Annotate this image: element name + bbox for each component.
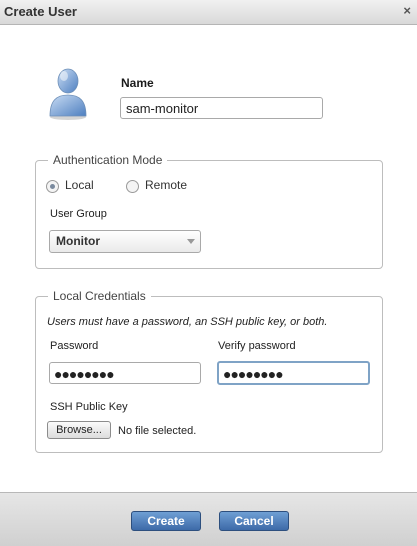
user-group-select[interactable]: Monitor — [49, 230, 201, 253]
name-input[interactable] — [120, 97, 323, 119]
user-avatar-icon — [49, 68, 87, 120]
password-field[interactable]: ●●●●●●●● — [49, 362, 201, 384]
verify-password-label: Verify password — [218, 340, 296, 352]
name-label: Name — [121, 76, 154, 90]
create-button[interactable]: Create — [131, 511, 201, 531]
ssh-public-key-label: SSH Public Key — [50, 401, 128, 413]
password-label: Password — [50, 340, 99, 352]
authentication-mode-legend: Authentication Mode — [53, 153, 163, 167]
local-radio[interactable] — [46, 180, 59, 193]
remote-radio[interactable] — [126, 180, 139, 193]
chevron-down-icon — [187, 239, 195, 244]
user-group-label: User Group — [50, 208, 107, 220]
credentials-note: Users must have a password, an SSH publi… — [47, 316, 328, 328]
cancel-button[interactable]: Cancel — [219, 511, 289, 531]
remote-radio-label[interactable]: Remote — [145, 178, 187, 192]
user-group-value: Monitor — [56, 234, 100, 248]
dialog-title: Create User — [4, 4, 77, 19]
file-status: No file selected. — [118, 425, 197, 437]
close-icon[interactable]: × — [403, 3, 411, 18]
dialog-footer: Create Cancel — [0, 492, 417, 546]
verify-password-mask: ●●●●●●●● — [223, 366, 284, 382]
title-bar: Create User × — [0, 0, 417, 25]
local-credentials-legend: Local Credentials — [53, 289, 146, 303]
browse-button[interactable]: Browse... — [47, 421, 111, 439]
verify-password-field[interactable]: ●●●●●●●● — [217, 361, 370, 385]
password-mask: ●●●●●●●● — [54, 366, 115, 382]
local-radio-label[interactable]: Local — [65, 178, 94, 192]
